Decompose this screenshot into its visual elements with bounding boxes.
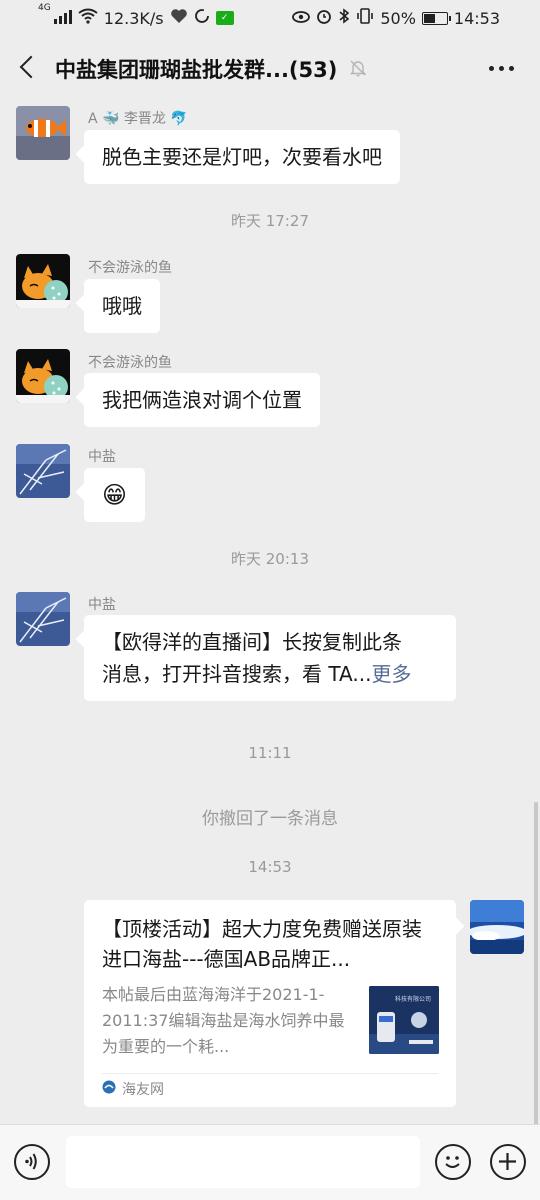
sender-name: 不会游泳的鱼: [88, 355, 172, 371]
chat-header: 中盐集团珊瑚盐批发群...(53): [0, 36, 540, 102]
more-link[interactable]: 更多: [371, 662, 411, 686]
more-dots-icon[interactable]: [489, 66, 514, 71]
timestamp: 11:11: [248, 744, 292, 762]
card-thumbnail: 科技有限公司: [369, 986, 439, 1054]
bell-off-icon: [348, 58, 368, 78]
avatar-frost-branches[interactable]: [16, 592, 70, 646]
network-type-label: 4G: [38, 2, 51, 13]
avatar-sleeping-cat[interactable]: [16, 349, 70, 403]
source-logo-icon: [102, 1080, 116, 1098]
status-bar: 4G 12.3K/s ✓ 50% 14:53: [0, 0, 540, 36]
message-text-line: 消息，打开抖音搜索，看 TA...更多: [102, 658, 438, 690]
message-text-truncated: 消息，打开抖音搜索，看 TA...: [102, 662, 372, 686]
link-card[interactable]: 【顶楼活动】超大力度免费赠送原装进口海盐---德国AB品牌正... 本帖最后由蓝…: [84, 900, 456, 1107]
sender-name: 不会游泳的鱼: [88, 260, 172, 276]
health-icon: [170, 8, 188, 28]
emoji-message-bubble[interactable]: 😁: [84, 468, 146, 522]
chat-title[interactable]: 中盐集团珊瑚盐批发群...(53): [55, 54, 337, 84]
battery-percent: 50%: [380, 8, 416, 28]
wifi-icon: [78, 8, 98, 28]
eye-icon: [292, 9, 311, 28]
card-description: 本帖最后由蓝海海洋于2021-1-2011:37编辑海盐是海水饲养中最为重要的一…: [102, 985, 345, 1056]
message-input[interactable]: [66, 1136, 420, 1188]
signal-icon: 4G: [38, 3, 72, 28]
timestamp: 昨天 17:27: [231, 212, 309, 230]
message-bubble[interactable]: 我把俩造浪对调个位置: [84, 373, 320, 427]
message-bubble[interactable]: 【欧得洋的直播间】长按复制此条 消息，打开抖音搜索，看 TA...更多: [84, 615, 456, 701]
thumb-caption: 科技有限公司: [395, 996, 432, 1003]
battery-icon: [421, 11, 451, 25]
plus-icon[interactable]: [490, 1144, 526, 1180]
clock: 14:53: [453, 8, 500, 28]
app-notification-icon: ✓: [215, 11, 234, 25]
status-left: 4G 12.3K/s ✓: [38, 3, 234, 28]
avatar-frost-branches[interactable]: [16, 444, 70, 498]
source-name: 海友网: [122, 1082, 164, 1098]
timestamp: 昨天 20:13: [231, 550, 309, 568]
voice-icon[interactable]: [14, 1144, 50, 1180]
recall-notice: 你撤回了一条消息: [202, 809, 338, 829]
status-right: 50% 14:53: [292, 8, 500, 28]
message-bubble[interactable]: 脱色主要还是灯吧，次要看水吧: [84, 130, 400, 184]
input-bar: [0, 1124, 540, 1200]
avatar-clownfish[interactable]: [16, 106, 70, 160]
sender-name: 中盐: [88, 597, 116, 613]
card-title: 【顶楼活动】超大力度免费赠送原装进口海盐---德国AB品牌正...: [102, 917, 422, 971]
alarm-icon: [316, 8, 332, 28]
timestamp: 14:53: [248, 858, 292, 876]
message-bubble[interactable]: 哦哦: [84, 279, 160, 333]
back-arrow-icon[interactable]: [16, 54, 40, 84]
avatar-sleeping-cat[interactable]: [16, 254, 70, 308]
card-divider: [102, 1073, 438, 1074]
my-avatar-clouds[interactable]: [470, 900, 524, 954]
sync-icon: [194, 8, 210, 28]
card-source: 海友网: [102, 1079, 164, 1099]
vibrate-icon: [356, 8, 374, 28]
sender-name: 中盐: [88, 449, 116, 465]
scrollbar[interactable]: [534, 802, 538, 1124]
sender-name: A 🐳 李晋龙 🐬: [88, 111, 188, 127]
network-speed: 12.3K/s: [103, 8, 164, 28]
message-list[interactable]: A 🐳 李晋龙 🐬 脱色主要还是灯吧，次要看水吧 昨天 17:27 不会游泳的鱼…: [0, 102, 540, 1124]
message-text-line: 【欧得洋的直播间】长按复制此条: [102, 630, 402, 654]
bluetooth-icon: [338, 8, 350, 28]
emoji-icon[interactable]: [435, 1144, 471, 1180]
